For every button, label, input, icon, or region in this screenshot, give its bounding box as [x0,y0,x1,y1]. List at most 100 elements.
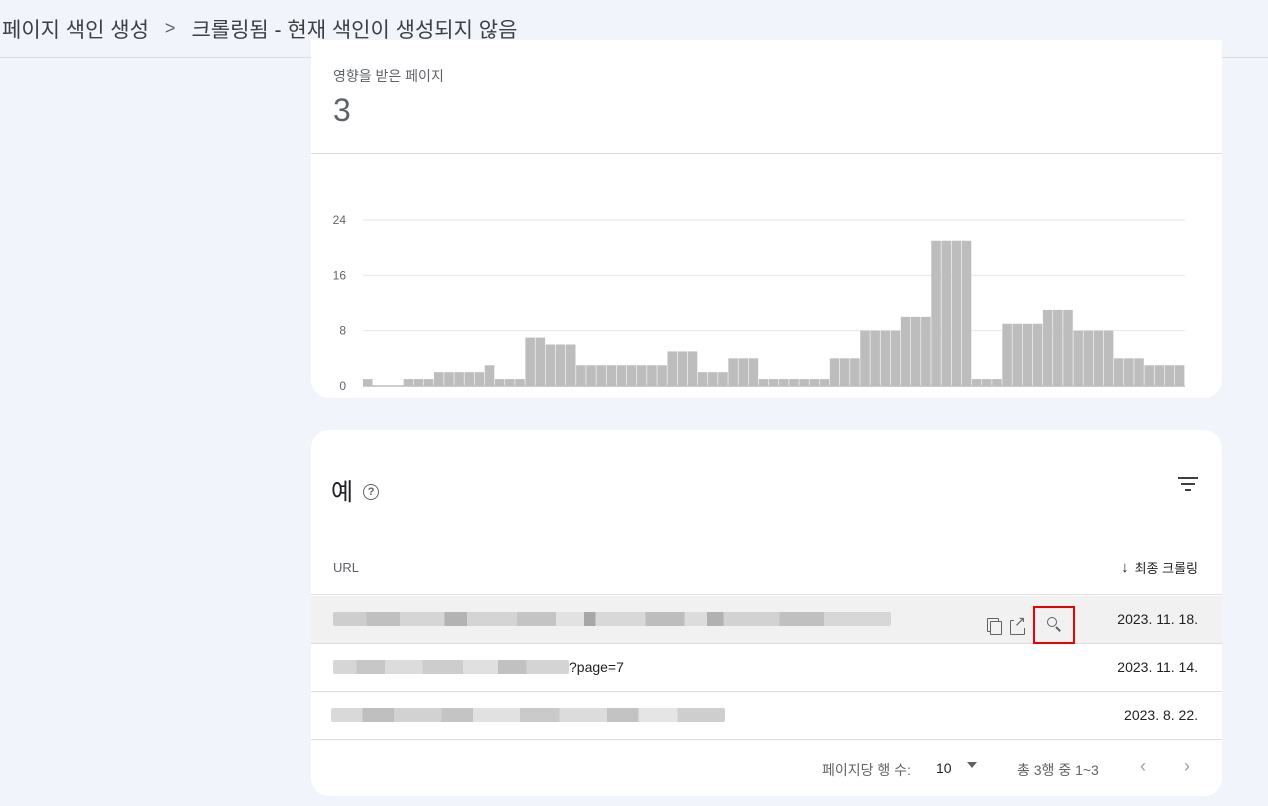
examples-title-text: 예 [331,479,354,506]
column-last-crawl-label: 최종 크롤링 [1134,561,1198,576]
bar [819,379,830,386]
row-crawl-date: 2023. 11. 18. [1117,611,1198,627]
bar [1103,330,1114,386]
table-header: URL ↓ 최종 크롤링 [311,542,1222,595]
bar [992,379,1002,386]
table-row[interactable]: 2023. 8. 22. [311,692,1222,740]
row-url[interactable] [333,610,891,628]
bar [657,365,667,386]
bar [545,344,556,386]
bar [900,316,911,386]
bar [941,240,951,386]
examples-card: 예 ? URL ↓ 최종 크롤링 2023. 11. 18. ?page=7 [311,430,1222,796]
bar [768,379,779,386]
bar [525,337,535,386]
pagination: 페이지당 행 수: 10 총 3행 중 1~3 ‹ › [311,740,1222,796]
bar [931,240,941,386]
pagination-range: 총 3행 중 1~3 [1017,762,1099,778]
bar [1174,365,1185,386]
bar [758,379,769,386]
open-in-new-icon[interactable] [1007,614,1027,636]
breadcrumb-parent[interactable]: 페이지 색인 생성 [2,14,149,44]
bar [1113,358,1124,386]
bar [911,316,921,386]
bar [494,379,505,386]
row-url-suffix: ?page=7 [569,659,624,675]
rows-per-page-dropdown-icon[interactable] [967,762,977,768]
bar [555,344,566,386]
bar [626,365,637,386]
bar [982,379,992,386]
bar [1144,365,1154,386]
bar [637,365,647,386]
inspect-url-button[interactable] [1033,606,1075,644]
row-crawl-date: 2023. 11. 14. [1117,659,1198,675]
bar [1012,323,1023,386]
divider [311,153,1222,154]
y-tick-label: 24 [333,213,347,227]
redacted-url-blur [331,708,725,722]
row-crawl-date: 2023. 8. 22. [1124,707,1198,723]
bar [454,372,464,386]
bar [799,379,809,386]
bar [565,344,576,386]
rows-per-page-label: 페이지당 행 수: [822,762,911,778]
bar [667,351,677,386]
bar [515,379,525,386]
rows-per-page-select[interactable]: 10 [936,760,952,776]
column-last-crawl-sort[interactable]: ↓ 최종 크롤링 [1121,558,1198,577]
bar [677,351,688,386]
redacted-url-blur [333,660,569,674]
copy-icon[interactable] [983,616,1003,636]
bar [708,372,718,386]
bar [1022,323,1033,386]
bar [616,365,627,386]
bar [870,330,880,386]
filter-icon[interactable] [1178,476,1198,492]
table-row[interactable]: 2023. 11. 18. [311,596,1222,644]
y-tick-label: 8 [339,324,346,338]
bar [647,365,657,386]
bar [789,379,799,386]
y-tick-label: 16 [333,268,347,282]
bar [728,358,738,386]
bar [809,379,820,386]
bar [880,330,891,386]
bar [444,372,454,386]
bar [738,358,749,386]
bar [860,330,870,386]
table-row[interactable]: ?page=7 2023. 11. 14. [311,644,1222,692]
column-url: URL [333,560,360,575]
bar [363,379,373,386]
bar [484,365,495,386]
bar [1164,365,1175,386]
bar [1073,330,1083,386]
row-url[interactable]: ?page=7 [333,658,624,676]
y-tick-label: 0 [339,379,346,393]
bar [596,365,606,386]
bar [718,372,728,386]
prev-page-icon[interactable]: ‹ [1140,756,1146,777]
row-url[interactable] [331,706,725,724]
bar [535,337,546,386]
bar [748,358,759,386]
bar [413,379,424,386]
bar [1154,365,1165,386]
bar [1042,309,1053,386]
bar [606,365,617,386]
bar [403,379,414,386]
bar [1002,323,1012,386]
bar [1063,309,1073,386]
bar [576,365,586,386]
bar [586,365,596,386]
bar [829,358,840,386]
redacted-url-blur [333,612,891,626]
bar [434,372,444,386]
bar [1093,330,1104,386]
bar [779,379,789,386]
row-actions [983,606,1075,644]
next-page-icon[interactable]: › [1184,756,1190,777]
help-icon[interactable]: ? [363,483,380,500]
bar [697,372,708,386]
bar [839,358,850,386]
